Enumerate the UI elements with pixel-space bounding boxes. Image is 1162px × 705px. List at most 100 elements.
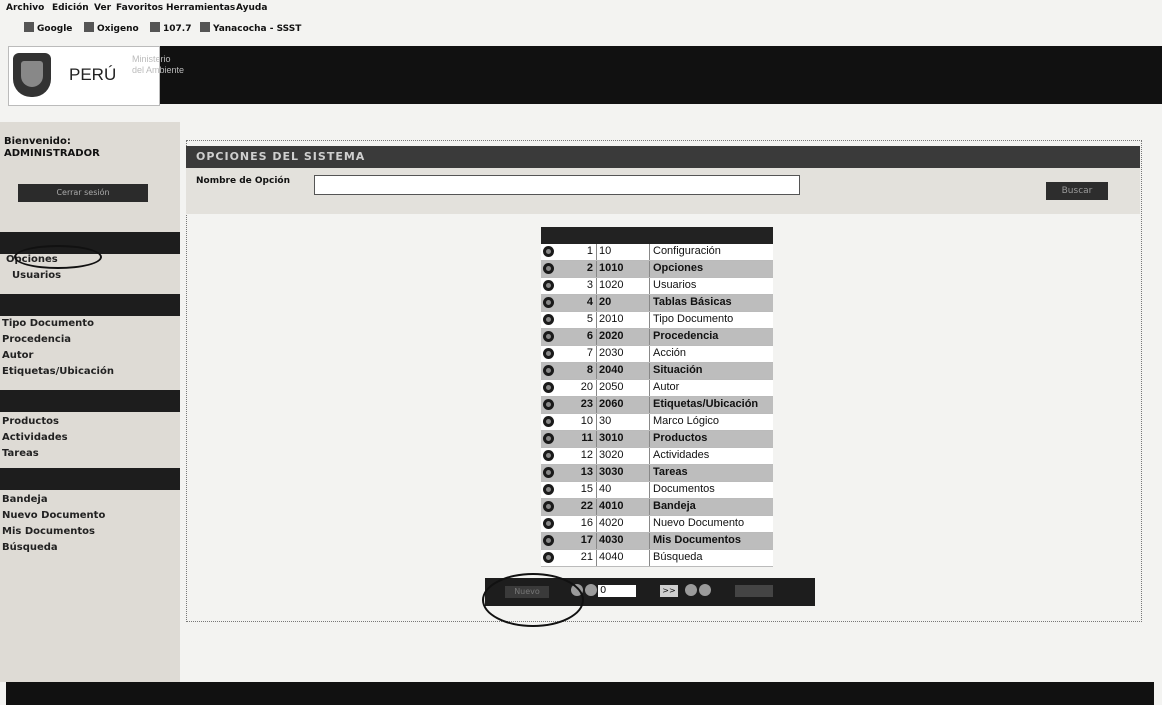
column-divider [596,448,597,464]
edit-icon[interactable] [543,518,554,529]
edit-icon[interactable] [543,297,554,308]
table-row[interactable]: 5 2010 Tipo Documento [541,312,773,329]
menu-favoritos[interactable]: Favoritos [116,3,163,13]
edit-icon[interactable] [543,314,554,325]
menu-herramientas[interactable]: Herramientas [166,3,235,13]
edit-icon[interactable] [543,450,554,461]
option-name: Opciones [653,262,704,274]
table-row[interactable]: 20 2050 Autor [541,380,773,397]
welcome-label: Bienvenido: [4,136,71,147]
table-row[interactable]: 17 4030 Mis Documentos [541,533,773,550]
edit-icon[interactable] [543,399,554,410]
user-name: ADMINISTRADOR [4,148,100,159]
column-divider [649,346,650,362]
sidebar-item-tipo-documento[interactable]: Tipo Documento [2,318,94,329]
option-code: 2030 [599,347,624,359]
menu-archivo[interactable]: Archivo [6,3,44,13]
favorite-radio[interactable]: 107.7 [150,22,191,34]
options-table: 1 10 Configuración 2 1010 Opciones 3 1020 Usuari… [541,227,773,567]
menu-ayuda[interactable]: Ayuda [236,3,267,13]
column-divider [649,516,650,532]
column-divider [596,278,597,294]
column-divider [596,516,597,532]
table-row[interactable]: 7 2030 Acción [541,346,773,363]
edit-icon[interactable] [543,382,554,393]
edit-icon[interactable] [543,535,554,546]
option-name: Nuevo Documento [653,517,745,529]
column-divider [596,414,597,430]
edit-icon[interactable] [543,348,554,359]
edit-icon[interactable] [543,263,554,274]
page-number-input[interactable]: 0 [598,585,636,597]
sidebar-item-busqueda[interactable]: Búsqueda [2,542,58,553]
edit-icon[interactable] [543,552,554,563]
option-name: Tareas [653,466,688,478]
option-name-input[interactable] [314,175,800,195]
table-row[interactable]: 11 3010 Productos [541,431,773,448]
logout-button[interactable]: Cerrar sesión [18,184,148,202]
edit-icon[interactable] [543,280,554,291]
table-row[interactable]: 1 10 Configuración [541,244,773,261]
option-code: 4040 [599,551,624,563]
sidebar-item-procedencia[interactable]: Procedencia [2,334,71,345]
prev-page-icon[interactable] [585,584,597,596]
site-header: PERÚ Ministerio del Ambiente [0,40,1162,110]
edit-icon[interactable] [543,331,554,342]
edit-icon[interactable] [543,433,554,444]
table-row[interactable]: 4 20 Tablas Básicas [541,295,773,312]
favorite-google[interactable]: Google [24,22,72,34]
edit-icon[interactable] [543,501,554,512]
table-row[interactable]: 23 2060 Etiquetas/Ubicación [541,397,773,414]
table-row[interactable]: 8 2040 Situación [541,363,773,380]
row-number: 10 [580,415,593,427]
sidebar-section-header [0,390,180,412]
table-row[interactable]: 15 40 Documentos [541,482,773,499]
next-page-icon[interactable] [685,584,697,596]
edit-icon[interactable] [543,484,554,495]
edit-icon[interactable] [543,365,554,376]
column-divider [649,380,650,396]
sidebar-item-autor[interactable]: Autor [2,350,33,361]
option-name: Productos [653,432,708,444]
sidebar-item-tareas[interactable]: Tareas [2,448,39,459]
sidebar-item-bandeja[interactable]: Bandeja [2,494,48,505]
favorite-yanacocha[interactable]: Yanacocha - SSST [200,22,301,34]
row-number: 8 [586,364,593,376]
column-divider [649,499,650,515]
pager-extra-button[interactable] [735,585,773,597]
option-code: 3020 [599,449,624,461]
sidebar-section-header [0,468,180,490]
sidebar-item-mis-documentos[interactable]: Mis Documentos [2,526,95,537]
welcome-block: Bienvenido: ADMINISTRADOR [4,136,100,160]
radio-icon [150,22,160,32]
favorite-oxigeno[interactable]: Oxigeno [84,22,139,34]
search-button[interactable]: Buscar [1046,182,1108,200]
table-row[interactable]: 2 1010 Opciones [541,261,773,278]
table-row[interactable]: 16 4020 Nuevo Documento [541,516,773,533]
browser-menu-bar: Archivo Edición Ver Favoritos Herramient… [0,0,1162,18]
table-row[interactable]: 21 4040 Búsqueda [541,550,773,567]
menu-edicion[interactable]: Edición [52,3,89,13]
edit-icon[interactable] [543,416,554,427]
edit-icon[interactable] [543,246,554,257]
favorites-bar: Google Oxigeno 107.7 Yanacocha - SSST [0,19,1162,37]
table-row[interactable]: 3 1020 Usuarios [541,278,773,295]
sidebar-item-productos[interactable]: Productos [2,416,59,427]
table-row[interactable]: 22 4010 Bandeja [541,499,773,516]
sidebar-item-nuevo-documento[interactable]: Nuevo Documento [2,510,105,521]
go-page-button[interactable]: >> [660,585,678,597]
table-row[interactable]: 13 3030 Tareas [541,465,773,482]
menu-ver[interactable]: Ver [94,3,111,13]
last-page-icon[interactable] [699,584,711,596]
table-row[interactable]: 6 2020 Procedencia [541,329,773,346]
table-row[interactable]: 10 30 Marco Lógico [541,414,773,431]
option-name: Búsqueda [653,551,703,563]
table-row[interactable]: 12 3020 Actividades [541,448,773,465]
sidebar-section-header [0,294,180,316]
sidebar-item-actividades[interactable]: Actividades [2,432,68,443]
sidebar-item-usuarios[interactable]: Usuarios [12,270,61,281]
footer-bar [6,682,1154,705]
sidebar-item-etiquetas[interactable]: Etiquetas/Ubicación [2,366,114,377]
option-name-label: Nombre de Opción [196,176,290,186]
edit-icon[interactable] [543,467,554,478]
